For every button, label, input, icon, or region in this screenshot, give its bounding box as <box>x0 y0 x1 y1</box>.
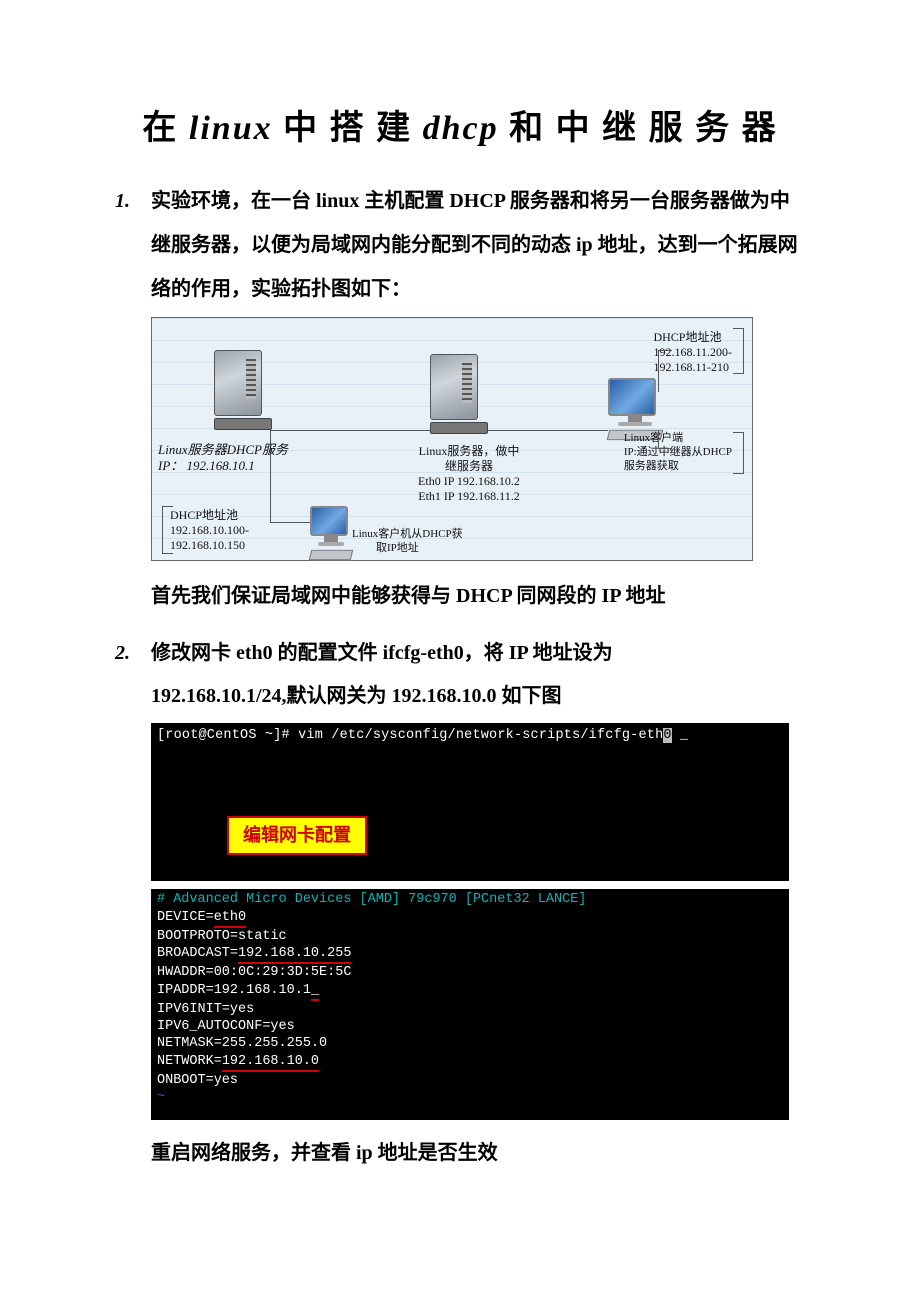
client11-label: Linux客户端 IP:通过中继器从DHCP 服务器获取 <box>624 432 732 473</box>
brace-icon <box>733 432 744 474</box>
link-line <box>658 350 672 351</box>
cfg-line: BOOTPROTO=static <box>157 928 783 945</box>
terminal-blank <box>157 744 783 816</box>
para-text: 首先我们保证局域网中能够获得与 DHCP 同网段的 IP 地址 <box>151 585 665 607</box>
lbl: Linux服务器，做中 <box>419 444 520 458</box>
link-line <box>486 430 608 431</box>
title-t1: 在 <box>142 110 178 147</box>
cfg-line: HWADDR=00:0C:29:3D:5E:5C <box>157 964 783 981</box>
terminal-screenshot-1: [root@CentOS ~]# vim /etc/sysconfig/netw… <box>151 723 789 881</box>
cfg-line: BROADCAST=192.168.10.255 <box>157 945 783 964</box>
lbl: IP： 192.168.10.1 <box>158 458 255 473</box>
t: NETWORK= <box>157 1054 222 1069</box>
lbl: DHCP地址池 <box>170 508 238 522</box>
t: _ <box>311 982 319 1001</box>
lbl: 取IP地址 <box>376 542 419 554</box>
para-last: 重启网络服务，并查看 ip 地址是否生效 <box>151 1142 498 1164</box>
title-t5: 和 中 继 服 务 器 <box>509 110 778 147</box>
link-line <box>270 522 310 523</box>
cfg-line: IPADDR=192.168.10.1_ <box>157 982 783 1001</box>
lbl: Eth0 IP 192.168.10.2 <box>418 474 520 488</box>
lbl: 192.168.11.200- <box>653 345 732 359</box>
t: 192.168.10.255 <box>238 945 351 964</box>
cfg-comment: # Advanced Micro Devices [AMD] 79c970 [P… <box>157 891 783 908</box>
cfg-line: NETWORK=192.168.10.0 <box>157 1053 783 1072</box>
lbl: Eth1 IP 192.168.11.2 <box>418 489 519 503</box>
cfg-line: IPV6INIT=yes <box>157 1001 783 1018</box>
link-line <box>658 448 672 449</box>
lbl: Linux客户机从DHCP获 <box>352 528 463 540</box>
page-title: 在 linux 中 搭 建 dhcp 和 中 继 服 务 器 <box>115 100 805 149</box>
list-number: 2. <box>115 642 151 665</box>
title-t4: dhcp <box>423 110 499 147</box>
cfg-line: IPV6_AUTOCONF=yes <box>157 1018 783 1035</box>
lbl: 192.168.11-210 <box>653 360 729 374</box>
item1-text: 实验环境，在一台 linux 主机配置 DHCP 服务器和将另一台服务器做为中继… <box>151 190 798 300</box>
lbl: Linux客户端 <box>624 432 683 444</box>
document-page: 在 linux 中 搭 建 dhcp 和 中 继 服 务 器 1. 实验环境，在… <box>0 0 920 1234</box>
cfg-line: ONBOOT=yes <box>157 1072 783 1089</box>
list-number: 1. <box>115 190 151 213</box>
title-t3: 中 搭 建 <box>283 110 423 147</box>
link-line <box>270 430 430 431</box>
pool10-label: DHCP地址池 192.168.10.100- 192.168.10.150 <box>170 508 249 553</box>
item2-cont: 192.168.10.1/24,默认网关为 192.168.10.0 如下图 <box>151 675 805 717</box>
topology-figure: Linux服务器DHCP服务 IP： 192.168.10.1 Linux服务器… <box>151 317 753 561</box>
t: BROADCAST= <box>157 946 238 961</box>
lbl: Linux服务器DHCP服务 <box>158 442 288 457</box>
cfg-line: DEVICE=eth0 <box>157 909 783 928</box>
relay-label: Linux服务器，做中 继服务器 Eth0 IP 192.168.10.2 Et… <box>394 444 544 504</box>
cfg-line: NETMASK=255.255.255.0 <box>157 1035 783 1052</box>
annotation-box: 编辑网卡配置 <box>157 816 783 873</box>
t: DEVICE= <box>157 910 214 925</box>
link-line <box>658 430 659 448</box>
title-t2: linux <box>189 110 273 147</box>
t: 192.168.10.0 <box>222 1053 319 1072</box>
paragraph: 首先我们保证局域网中能够获得与 DHCP 同网段的 IP 地址 <box>151 575 805 617</box>
cfg-tilde: ~ <box>157 1089 783 1106</box>
pool11-label: DHCP地址池 192.168.11.200- 192.168.11-210 <box>653 330 732 375</box>
list-body: 实验环境，在一台 linux 主机配置 DHCP 服务器和将另一台服务器做为中继… <box>151 179 805 311</box>
item2-text-a: 修改网卡 eth0 的配置文件 ifcfg-eth0，将 IP 地址设为 <box>151 642 613 664</box>
paragraph: 重启网络服务，并查看 ip 地址是否生效 <box>151 1132 805 1174</box>
lbl: DHCP地址池 <box>653 330 721 344</box>
relay-server-icon <box>430 354 486 434</box>
lbl: 192.168.10.100- <box>170 523 249 537</box>
list-item-1: 1. 实验环境，在一台 linux 主机配置 DHCP 服务器和将另一台服务器做… <box>115 179 805 311</box>
lbl: 服务器获取 <box>624 460 679 472</box>
network-diagram: Linux服务器DHCP服务 IP： 192.168.10.1 Linux服务器… <box>151 317 753 561</box>
terminal-prompt: [root@CentOS ~]# vim /etc/sysconfig/netw… <box>157 727 783 744</box>
lbl: IP:通过中继器从DHCP <box>624 446 732 458</box>
link-line <box>658 350 659 392</box>
list-body: 修改网卡 eth0 的配置文件 ifcfg-eth0，将 IP 地址设为 <box>151 631 805 675</box>
list-item-2: 2. 修改网卡 eth0 的配置文件 ifcfg-eth0，将 IP 地址设为 <box>115 631 805 675</box>
dhcp-server-icon <box>214 350 270 430</box>
lbl: 192.168.10.150 <box>170 538 245 552</box>
dhcp-server-label: Linux服务器DHCP服务 IP： 192.168.10.1 <box>158 442 318 475</box>
brace-icon <box>733 328 744 374</box>
client-pc-bottom-icon <box>310 506 352 561</box>
lbl: 继服务器 <box>445 459 493 473</box>
client10-label: Linux客户机从DHCP获 取IP地址 <box>352 528 463 556</box>
terminal-screenshot-2: # Advanced Micro Devices [AMD] 79c970 [P… <box>151 889 789 1120</box>
item2-text-b: 192.168.10.1/24,默认网关为 192.168.10.0 如下图 <box>151 685 562 707</box>
t: eth0 <box>214 909 246 928</box>
t: IPADDR=192.168.10.1 <box>157 983 311 998</box>
annotation-label: 编辑网卡配置 <box>227 816 367 855</box>
